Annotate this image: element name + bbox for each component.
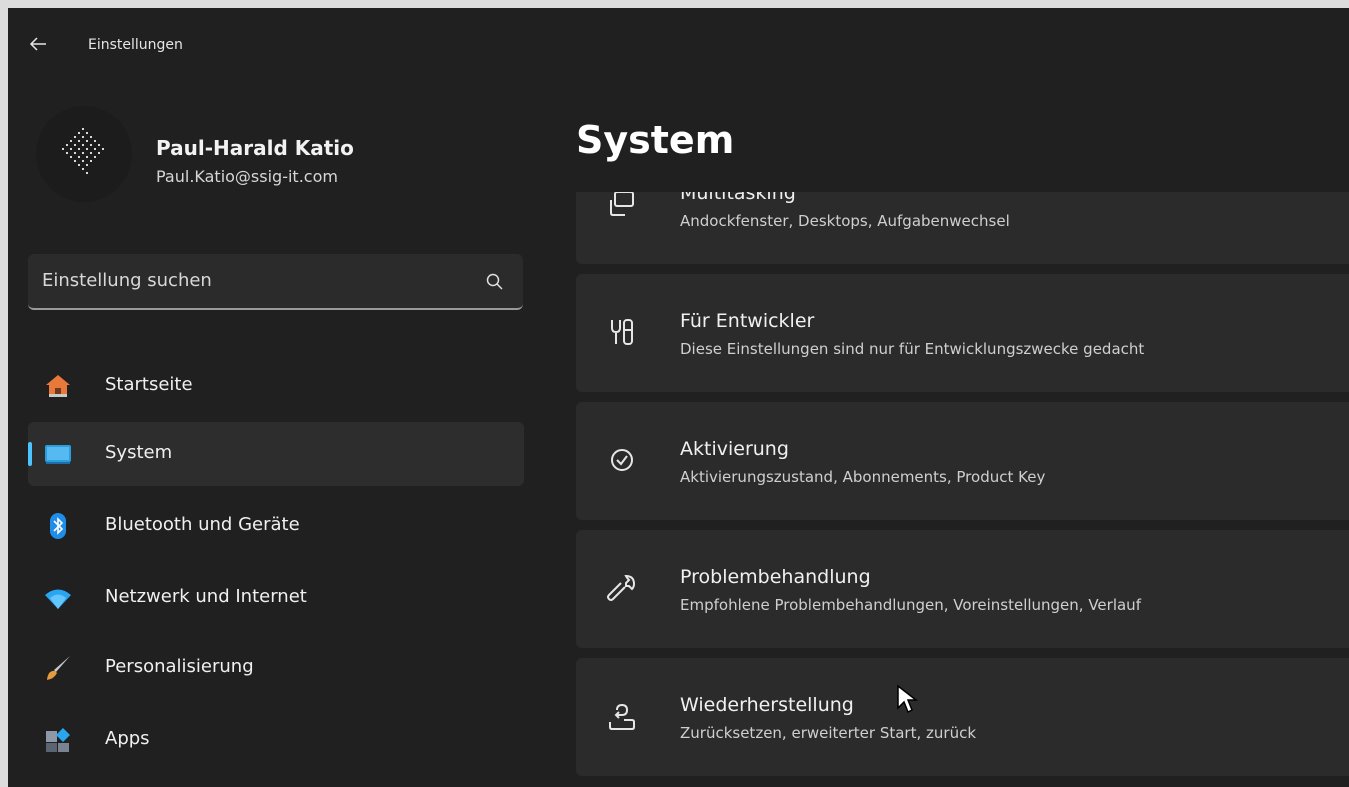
sidebar-item-bluetooth[interactable]: Bluetooth und Geräte [28, 494, 524, 558]
developer-tools-icon [611, 319, 633, 345]
settings-list: Multitasking Andockfenster, Desktops, Au… [576, 192, 1349, 787]
sidebar-item-apps[interactable]: Apps [28, 708, 524, 772]
active-indicator [28, 442, 32, 466]
card-subtitle: Zurücksetzen, erweiterter Start, zurück [680, 724, 977, 742]
card-subtitle: Aktivierungszustand, Abonnements, Produc… [680, 468, 1046, 486]
apps-icon [46, 728, 70, 752]
sidebar-item-system[interactable]: System [28, 422, 524, 486]
system-icon [45, 445, 71, 464]
sidebar-item-label: Apps [105, 728, 150, 749]
window-title: Einstellungen [88, 37, 183, 53]
bluetooth-icon [50, 513, 66, 539]
card-title: Aktivierung [680, 438, 789, 460]
card-title: Wiederherstellung [680, 694, 854, 716]
brush-icon [47, 656, 70, 680]
sidebar-item-label: System [105, 442, 173, 463]
avatar-image [62, 128, 104, 174]
check-circle-icon [611, 449, 633, 471]
search-icon[interactable] [485, 272, 505, 292]
sidebar-item-label: Startseite [105, 374, 193, 395]
card-multitasking[interactable]: Multitasking Andockfenster, Desktops, Au… [576, 192, 1349, 264]
page-title: System [576, 118, 735, 162]
card-subtitle: Empfohlene Problembehandlungen, Voreinst… [680, 596, 1141, 614]
card-wiederherstellung[interactable]: Wiederherstellung Zurücksetzen, erweiter… [576, 658, 1349, 776]
home-icon [46, 375, 70, 397]
card-aktivierung[interactable]: Aktivierung Aktivierungszustand, Abonnem… [576, 402, 1349, 520]
card-title: Multitasking [680, 192, 796, 204]
avatar[interactable] [36, 106, 132, 202]
sidebar-item-startseite[interactable]: Startseite [28, 354, 524, 418]
back-arrow-icon[interactable] [28, 34, 48, 54]
search-input[interactable]: Einstellung suchen [42, 270, 212, 291]
sidebar-item-netzwerk[interactable]: Netzwerk und Internet [28, 566, 524, 630]
sidebar-item-label: Netzwerk und Internet [105, 586, 307, 607]
card-subtitle: Diese Einstellungen sind nur für Entwick… [680, 340, 1145, 358]
wifi-icon [45, 589, 71, 609]
wrench-icon [607, 574, 636, 601]
mouse-cursor-icon [897, 684, 918, 714]
card-title: Problembehandlung [680, 566, 871, 588]
user-email: Paul.Katio@ssig-it.com [156, 167, 338, 186]
sidebar-item-personalisierung[interactable]: Personalisierung [28, 636, 524, 700]
user-name: Paul-Harald Katio [156, 136, 354, 160]
card-subtitle: Andockfenster, Desktops, Aufgabenwechsel [680, 212, 1010, 230]
card-problembehandlung[interactable]: Problembehandlung Empfohlene Problembeha… [576, 530, 1349, 648]
recovery-icon [609, 703, 635, 730]
settings-window: Einstellungen Paul-Harald Katio Paul.Kat… [8, 8, 1349, 787]
sidebar-item-label: Personalisierung [105, 656, 254, 677]
title-bar: Einstellungen [8, 8, 1349, 88]
sidebar-item-label: Bluetooth und Geräte [105, 514, 300, 535]
card-title: Für Entwickler [680, 310, 815, 332]
search-box[interactable]: Einstellung suchen [28, 254, 523, 310]
multitasking-icon [610, 192, 634, 216]
card-entwickler[interactable]: Für Entwickler Diese Einstellungen sind … [576, 274, 1349, 392]
